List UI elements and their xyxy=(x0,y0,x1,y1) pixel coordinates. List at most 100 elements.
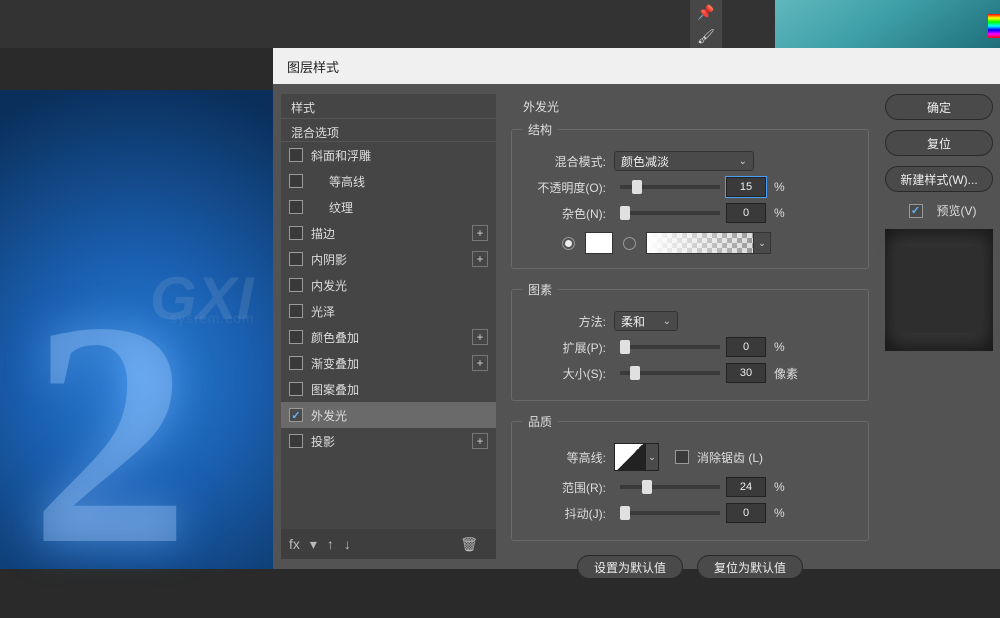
style-item-3[interactable]: 描边+ xyxy=(281,220,496,246)
panel-title: 外发光 xyxy=(523,98,875,115)
style-checkbox[interactable] xyxy=(289,252,303,266)
style-checkbox[interactable] xyxy=(289,226,303,240)
style-item-9[interactable]: 图案叠加 xyxy=(281,376,496,402)
style-label: 图案叠加 xyxy=(311,381,488,398)
style-item-10[interactable]: 外发光 xyxy=(281,402,496,428)
preview-checkbox[interactable] xyxy=(909,204,923,218)
spread-input[interactable] xyxy=(726,337,766,357)
solid-color-radio[interactable] xyxy=(562,237,575,250)
style-label: 描边 xyxy=(311,225,472,242)
jitter-slider[interactable] xyxy=(620,511,720,515)
style-checkbox[interactable] xyxy=(289,174,303,188)
blend-mode-select[interactable]: 颜色减淡 xyxy=(614,151,754,171)
add-effect-icon[interactable]: + xyxy=(472,355,488,371)
style-list: 斜面和浮雕等高线纹理描边+内阴影+内发光光泽颜色叠加+渐变叠加+图案叠加外发光投… xyxy=(281,142,496,454)
range-input[interactable] xyxy=(726,477,766,497)
reset-default-button[interactable]: 复位为默认值 xyxy=(697,555,803,579)
document-canvas: 2 xyxy=(0,90,273,569)
style-item-7[interactable]: 颜色叠加+ xyxy=(281,324,496,350)
style-checkbox[interactable] xyxy=(289,356,303,370)
style-checkbox[interactable] xyxy=(289,278,303,292)
size-slider[interactable] xyxy=(620,371,720,375)
style-checkbox[interactable] xyxy=(289,408,303,422)
quality-legend: 品质 xyxy=(522,413,558,430)
structure-group: 结构 混合模式: 颜色减淡 不透明度(O): % 杂色(N): % xyxy=(511,121,869,269)
style-checkbox[interactable] xyxy=(289,330,303,344)
style-checkbox[interactable] xyxy=(289,200,303,214)
chevron-down-icon[interactable]: ▾ xyxy=(310,536,317,553)
arrow-up-icon[interactable]: ↑ xyxy=(327,536,334,552)
gradient-dropdown-icon[interactable]: ⌄ xyxy=(753,232,771,254)
dialog-body: 样式 混合选项 斜面和浮雕等高线纹理描边+内阴影+内发光光泽颜色叠加+渐变叠加+… xyxy=(273,84,1000,569)
gradient-swatch[interactable] xyxy=(646,232,754,254)
blend-options-header[interactable]: 混合选项 xyxy=(281,118,496,142)
technique-label: 方法: xyxy=(522,313,614,330)
noise-input[interactable] xyxy=(726,203,766,223)
technique-select[interactable]: 柔和 xyxy=(614,311,678,331)
styles-list-panel: 样式 混合选项 斜面和浮雕等高线纹理描边+内阴影+内发光光泽颜色叠加+渐变叠加+… xyxy=(281,94,496,559)
style-item-0[interactable]: 斜面和浮雕 xyxy=(281,142,496,168)
blend-mode-label: 混合模式: xyxy=(522,153,614,170)
size-label: 大小(S): xyxy=(522,365,614,382)
contour-label: 等高线: xyxy=(522,449,614,466)
opacity-input[interactable] xyxy=(726,177,766,197)
ok-button[interactable]: 确定 xyxy=(885,94,993,120)
structure-legend: 结构 xyxy=(522,121,558,138)
jitter-input[interactable] xyxy=(726,503,766,523)
styles-header[interactable]: 样式 xyxy=(281,94,496,118)
style-item-5[interactable]: 内发光 xyxy=(281,272,496,298)
style-item-1[interactable]: 等高线 xyxy=(281,168,496,194)
quality-group: 品质 等高线: ⌄ 消除锯齿 (L) 范围(R): % xyxy=(511,413,869,541)
trash-icon[interactable]: 🗑 xyxy=(460,536,478,553)
set-default-button[interactable]: 设置为默认值 xyxy=(577,555,683,579)
elements-group: 图素 方法: 柔和 扩展(P): % 大小(S): 像素 xyxy=(511,281,869,401)
style-item-8[interactable]: 渐变叠加+ xyxy=(281,350,496,376)
contour-dropdown-icon[interactable]: ⌄ xyxy=(645,443,659,471)
style-label: 斜面和浮雕 xyxy=(311,147,488,164)
dialog-title: 图层样式 xyxy=(273,48,1000,84)
arrow-down-icon[interactable]: ↓ xyxy=(344,536,351,552)
style-label: 内阴影 xyxy=(311,251,472,268)
color-panel-preview xyxy=(775,0,1000,48)
opacity-unit: % xyxy=(774,180,785,194)
styles-footer: fx ▾ ↑ ↓ 🗑 xyxy=(281,529,496,559)
range-unit: % xyxy=(774,480,785,494)
noise-slider[interactable] xyxy=(620,211,720,215)
cancel-button[interactable]: 复位 xyxy=(885,130,993,156)
style-label: 等高线 xyxy=(311,173,488,190)
style-checkbox[interactable] xyxy=(289,382,303,396)
size-unit: 像素 xyxy=(774,365,798,382)
style-checkbox[interactable] xyxy=(289,148,303,162)
elements-legend: 图素 xyxy=(522,281,558,298)
fx-menu-icon[interactable]: fx xyxy=(289,536,300,552)
tool-column: 📌 🖌 xyxy=(690,0,722,48)
hue-strip[interactable] xyxy=(988,14,1000,38)
style-item-2[interactable]: 纹理 xyxy=(281,194,496,220)
preview-label: 预览(V) xyxy=(937,202,977,219)
size-input[interactable] xyxy=(726,363,766,383)
gradient-radio[interactable] xyxy=(623,237,636,250)
style-checkbox[interactable] xyxy=(289,304,303,318)
add-effect-icon[interactable]: + xyxy=(472,433,488,449)
add-effect-icon[interactable]: + xyxy=(472,251,488,267)
glow-color-swatch[interactable] xyxy=(585,232,613,254)
style-preview xyxy=(885,229,993,351)
style-item-6[interactable]: 光泽 xyxy=(281,298,496,324)
add-effect-icon[interactable]: + xyxy=(472,329,488,345)
style-checkbox[interactable] xyxy=(289,434,303,448)
new-style-button[interactable]: 新建样式(W)... xyxy=(885,166,993,192)
style-label: 内发光 xyxy=(311,277,488,294)
spread-slider[interactable] xyxy=(620,345,720,349)
style-item-4[interactable]: 内阴影+ xyxy=(281,246,496,272)
opacity-slider[interactable] xyxy=(620,185,720,189)
noise-unit: % xyxy=(774,206,785,220)
range-slider[interactable] xyxy=(620,485,720,489)
noise-label: 杂色(N): xyxy=(522,205,614,222)
style-label: 纹理 xyxy=(311,199,488,216)
contour-picker[interactable] xyxy=(614,443,646,471)
style-item-11[interactable]: 投影+ xyxy=(281,428,496,454)
antialias-checkbox[interactable] xyxy=(675,450,689,464)
add-effect-icon[interactable]: + xyxy=(472,225,488,241)
brush-icon[interactable]: 🖌 xyxy=(696,26,716,46)
pin-icon[interactable]: 📌 xyxy=(696,2,716,22)
